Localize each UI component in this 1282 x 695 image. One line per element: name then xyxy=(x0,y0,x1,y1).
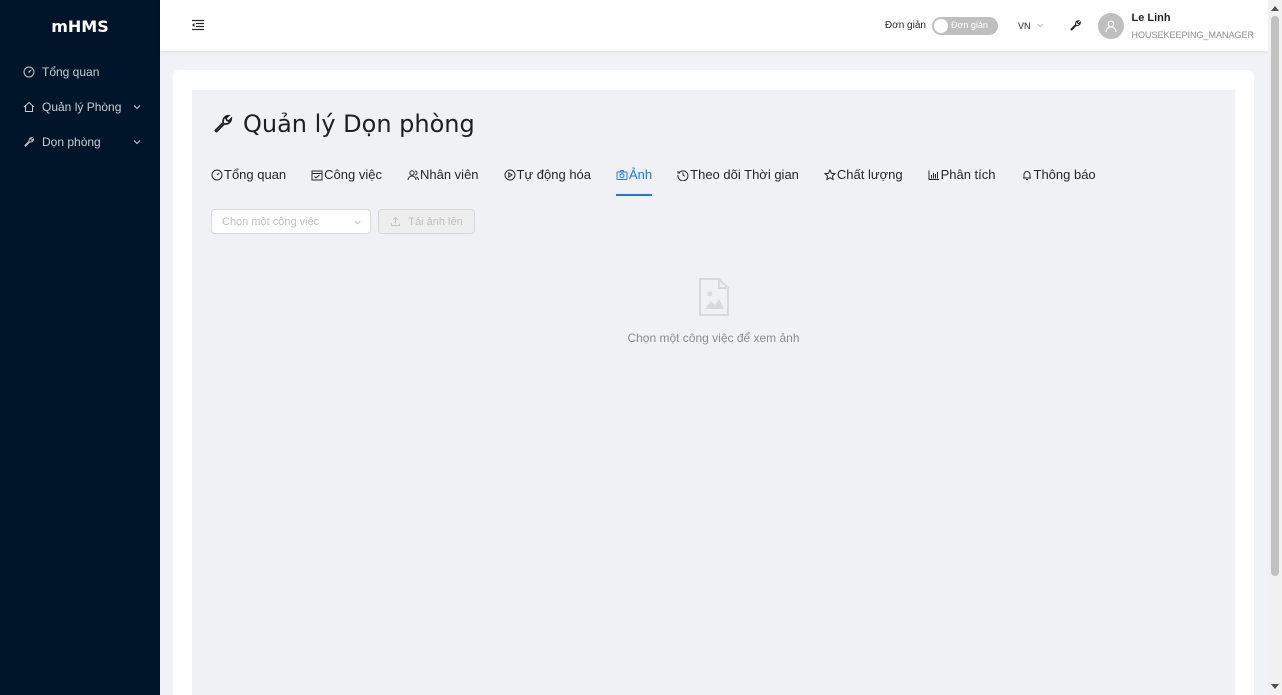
empty-state: Chọn một công việc để xem ảnh xyxy=(192,277,1235,345)
tab-label: Công việc xyxy=(324,167,382,182)
sidebar-menu: Tổng quan Quản lý Phòng Dọn phòng xyxy=(0,54,160,159)
tab-photos[interactable]: Ảnh xyxy=(616,166,653,196)
tab-bar: Tổng quan Công việc Nhân viên Tự động hó… xyxy=(211,166,1121,196)
tab-automation[interactable]: Tự động hóa xyxy=(504,166,591,196)
tab-label: Phân tích xyxy=(940,167,996,182)
tab-label: Tổng quan xyxy=(224,167,287,182)
app-logo[interactable]: mHMS xyxy=(0,0,160,52)
wrench-icon[interactable] xyxy=(1069,19,1082,32)
tab-overview[interactable]: Tổng quan xyxy=(211,166,286,196)
language-value: VN xyxy=(1017,20,1031,31)
header-actions: Đơn giản Đơn giản VN Le Linh HOUSEKEEPIN… xyxy=(885,0,1254,51)
sidebar-item-housekeeping[interactable]: Dọn phòng xyxy=(0,124,160,159)
bar-chart-icon xyxy=(928,169,940,181)
tab-label: Tự động hóa xyxy=(516,167,592,182)
history-icon xyxy=(677,169,689,181)
content-card: Quản lý Dọn phòng Tổng quan Công việc Nh… xyxy=(173,70,1254,695)
upload-photo-button[interactable]: Tải ảnh lên xyxy=(378,209,475,234)
tab-label: Theo dõi Thời gian xyxy=(690,167,799,182)
sidebar-item-label: Dọn phòng xyxy=(42,134,101,149)
tab-tasks[interactable]: Công việc xyxy=(311,166,382,196)
chevron-down-icon xyxy=(132,137,142,147)
scroll-up-arrow-icon[interactable] xyxy=(1271,4,1279,12)
user-info[interactable]: Le Linh HOUSEKEEPING_MANAGER xyxy=(1131,12,1254,40)
home-icon xyxy=(22,100,36,114)
chevron-down-icon xyxy=(132,102,142,112)
simple-mode-label: Đơn giản xyxy=(884,20,926,31)
language-selector[interactable]: VN xyxy=(1018,21,1046,31)
user-icon xyxy=(1105,20,1118,32)
sidebar-item-room-management[interactable]: Quản lý Phòng xyxy=(0,89,160,124)
tab-quality[interactable]: Chất lượng xyxy=(823,166,903,196)
sidebar-item-label: Tổng quan xyxy=(42,64,100,79)
scroll-down-arrow-icon[interactable] xyxy=(1271,683,1279,691)
sidebar: mHMS Tổng quan Quản lý Phòng Dọn phòng xyxy=(0,0,160,695)
wrench-icon xyxy=(212,113,234,135)
menu-fold-icon[interactable] xyxy=(191,18,205,32)
chevron-down-icon xyxy=(353,218,362,227)
tab-time-tracking[interactable]: Theo dõi Thời gian xyxy=(677,166,799,196)
sidebar-item-label: Quản lý Phòng xyxy=(42,99,122,114)
tab-label: Nhân viên xyxy=(419,167,479,182)
tab-label: Thông báo xyxy=(1033,167,1096,182)
vertical-scrollbar[interactable] xyxy=(1268,0,1282,695)
task-select[interactable]: Chọn một công việc xyxy=(211,209,371,234)
file-image-icon xyxy=(698,277,730,317)
upload-button-label: Tải ảnh lên xyxy=(408,215,463,228)
dashboard-icon xyxy=(211,169,223,181)
upload-icon xyxy=(390,216,401,227)
calendar-check-icon xyxy=(311,169,323,181)
task-select-placeholder: Chọn một công việc xyxy=(222,215,320,228)
tab-analytics[interactable]: Phân tích xyxy=(928,166,996,196)
user-role: HOUSEKEEPING_MANAGER xyxy=(1131,29,1254,40)
page-title-text: Quản lý Dọn phòng xyxy=(243,110,475,138)
user-avatar[interactable] xyxy=(1098,12,1125,39)
play-circle-icon xyxy=(504,169,516,181)
sidebar-item-overview[interactable]: Tổng quan xyxy=(0,54,160,89)
wrench-icon xyxy=(22,135,36,149)
dashboard-icon xyxy=(22,65,36,79)
simple-mode-switch[interactable]: Đơn giản xyxy=(931,16,998,35)
tab-label: Ảnh xyxy=(629,167,653,182)
top-header: Đơn giản Đơn giản VN Le Linh HOUSEKEEPIN… xyxy=(160,0,1268,51)
switch-text: Đơn giản xyxy=(950,19,988,30)
user-name: Le Linh xyxy=(1131,11,1171,24)
users-icon xyxy=(407,169,419,181)
housekeeping-panel: Quản lý Dọn phòng Tổng quan Công việc Nh… xyxy=(192,90,1235,695)
empty-state-message: Chọn một công việc để xem ảnh xyxy=(627,331,800,345)
camera-icon xyxy=(616,169,628,181)
tab-notifications[interactable]: Thông báo xyxy=(1021,166,1096,196)
page-title: Quản lý Dọn phòng xyxy=(212,110,475,138)
tab-staff[interactable]: Nhân viên xyxy=(407,166,479,196)
chevron-down-icon xyxy=(1036,21,1045,30)
scrollbar-thumb[interactable] xyxy=(1271,16,1279,576)
star-icon xyxy=(823,169,836,181)
tab-label: Chất lượng xyxy=(836,167,903,182)
bell-icon xyxy=(1021,169,1033,181)
switch-knob xyxy=(933,18,948,33)
